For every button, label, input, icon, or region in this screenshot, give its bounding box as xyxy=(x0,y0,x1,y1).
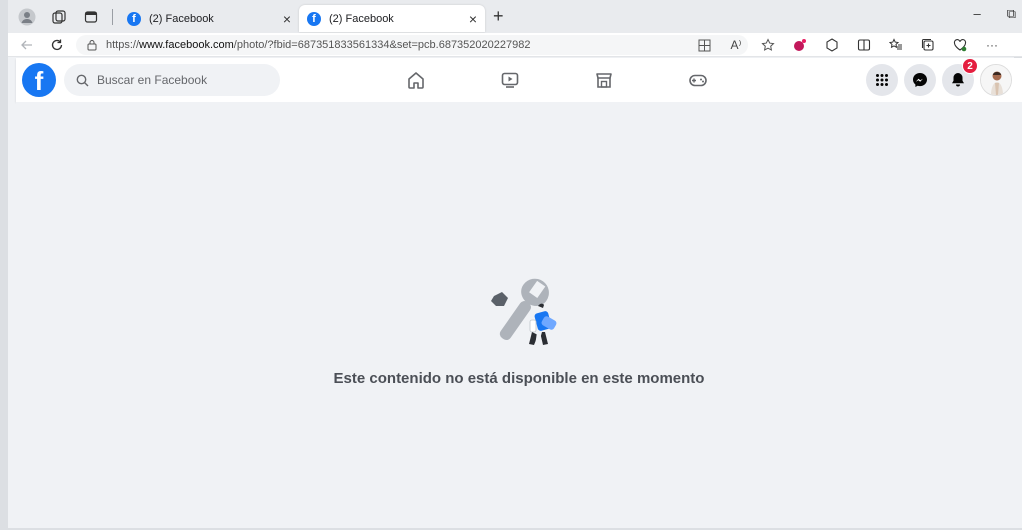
search-placeholder: Buscar en Facebook xyxy=(97,73,208,87)
tab-bar: f (2) Facebook × f (2) Facebook × + – ⧉ xyxy=(8,0,1022,33)
favorites-icon[interactable] xyxy=(886,35,906,55)
tab-title: (2) Facebook xyxy=(329,12,394,25)
tab-close-icon[interactable]: × xyxy=(469,11,477,27)
messenger-button[interactable] xyxy=(904,64,936,96)
extension-icon[interactable] xyxy=(790,35,810,55)
url-field[interactable]: https://www.facebook.com/photo/?fbid=687… xyxy=(76,34,748,55)
tab-facebook-1[interactable]: f (2) Facebook × xyxy=(119,5,299,32)
tab-actions-icon[interactable] xyxy=(78,4,104,30)
account-navigation: 2 xyxy=(866,58,1012,96)
profile-avatar[interactable] xyxy=(980,64,1012,96)
search-input[interactable]: Buscar en Facebook xyxy=(64,64,280,96)
notification-badge: 2 xyxy=(962,58,978,74)
nav-marketplace[interactable] xyxy=(557,66,651,94)
main-navigation xyxy=(369,66,745,94)
favorite-star-icon[interactable] xyxy=(758,35,778,55)
nav-video[interactable] xyxy=(463,66,557,94)
read-aloud-icon[interactable]: A⁾ xyxy=(726,35,746,55)
window-controls: – ⧉ xyxy=(973,6,1016,22)
gaming-icon xyxy=(689,74,707,87)
browser-health-icon[interactable] xyxy=(950,35,970,55)
app-available-icon[interactable] xyxy=(694,35,714,55)
notifications-button[interactable]: 2 xyxy=(942,58,978,96)
nav-home[interactable] xyxy=(369,66,463,94)
home-icon xyxy=(408,72,424,89)
nav-gaming[interactable] xyxy=(651,66,745,94)
more-menu-icon[interactable]: ··· xyxy=(982,35,1002,55)
tab-facebook-2[interactable]: f (2) Facebook × xyxy=(299,5,485,32)
lock-icon[interactable] xyxy=(86,39,98,51)
url-path: /photo/?fbid=687351833561334&set=pcb.687… xyxy=(233,38,531,51)
tab-close-icon[interactable]: × xyxy=(283,11,291,27)
menu-button[interactable] xyxy=(866,64,898,96)
facebook-favicon-icon: f xyxy=(127,11,141,26)
workspaces-icon[interactable] xyxy=(46,4,72,30)
address-bar-row: https://www.facebook.com/photo/?fbid=687… xyxy=(8,33,1022,57)
minimize-button[interactable]: – xyxy=(973,6,980,22)
new-tab-button[interactable]: + xyxy=(493,6,504,27)
refresh-icon[interactable] xyxy=(46,34,68,56)
video-icon xyxy=(501,72,519,88)
browser-window: f (2) Facebook × f (2) Facebook × + – ⧉ … xyxy=(0,0,1022,530)
tab-separator xyxy=(112,8,113,25)
facebook-header: f Buscar en Facebook 2 xyxy=(16,58,1022,102)
collections-icon[interactable] xyxy=(918,35,938,55)
back-arrow-icon[interactable] xyxy=(16,34,38,56)
grid-menu-icon xyxy=(876,74,888,86)
unavailable-message: Este contenido no está disponible en est… xyxy=(333,370,705,387)
messenger-icon xyxy=(913,73,927,87)
profile-icon[interactable] xyxy=(14,4,40,30)
broken-link-illustration xyxy=(491,278,557,346)
url-host: www.facebook.com xyxy=(139,38,234,51)
restore-button[interactable]: ⧉ xyxy=(1007,6,1016,22)
search-icon xyxy=(76,74,89,86)
url-prefix: https:// xyxy=(106,38,140,51)
address-bar-actions: A⁾ ··· xyxy=(694,35,1002,55)
facebook-logo[interactable]: f xyxy=(22,63,56,97)
split-screen-icon[interactable] xyxy=(854,35,874,55)
browser-essentials-icon[interactable] xyxy=(822,35,842,55)
facebook-favicon-icon: f xyxy=(307,11,321,26)
main-content: Este contenido no está disponible en est… xyxy=(16,102,1022,528)
marketplace-icon xyxy=(596,73,612,88)
tab-title: (2) Facebook xyxy=(149,12,214,25)
bell-icon xyxy=(952,73,964,87)
